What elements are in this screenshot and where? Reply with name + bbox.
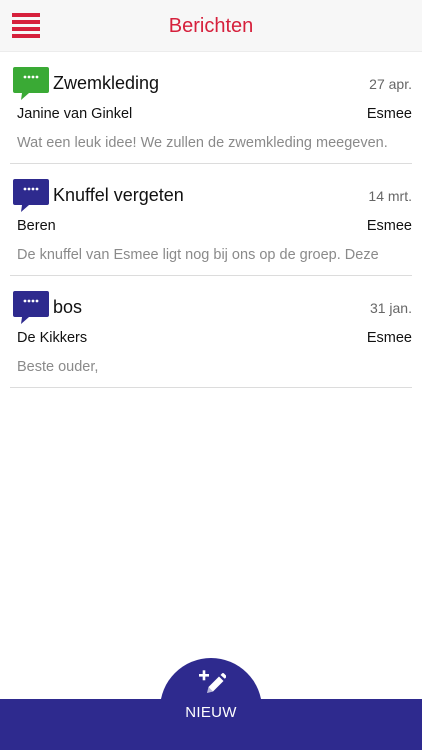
message-subject: bos (53, 297, 83, 317)
page-title: Berichten (168, 15, 254, 37)
new-message-label: NIEUW (185, 704, 237, 721)
chat-bubble-icon (13, 67, 49, 100)
message-subject: Knuffel vergeten (53, 185, 184, 205)
message-preview: Wat een leuk idee! We zullen de zwemkled… (17, 135, 388, 151)
message-preview: Beste ouder, (17, 359, 99, 375)
chat-bubble-icon (13, 179, 49, 212)
message-sender: Beren (17, 218, 56, 234)
message-preview: De knuffel van Esmee ligt nog bij ons op… (17, 247, 379, 263)
message-list: Zwemkleding 27 apr. Janine van Ginkel Es… (0, 52, 422, 388)
message-recipient: Esmee (366, 218, 412, 234)
compose-pencil-icon (199, 670, 226, 693)
message-item[interactable]: Knuffel vergeten 14 mrt. Beren Esmee De … (10, 164, 412, 276)
app-header: Berichten (0, 0, 422, 52)
new-message-button[interactable]: NIEUW (160, 658, 262, 750)
chat-bubble-icon (13, 291, 49, 324)
message-date: 14 mrt. (368, 188, 412, 204)
message-date: 27 apr. (369, 76, 412, 92)
message-sender: De Kikkers (17, 330, 88, 346)
message-item[interactable]: bos 31 jan. De Kikkers Esmee Beste ouder… (10, 276, 412, 388)
message-date: 31 jan. (369, 300, 412, 316)
message-subject: Zwemkleding (53, 73, 160, 93)
message-item[interactable]: Zwemkleding 27 apr. Janine van Ginkel Es… (10, 52, 412, 164)
message-recipient: Esmee (366, 330, 412, 346)
message-sender: Janine van Ginkel (17, 106, 133, 122)
message-recipient: Esmee (366, 106, 412, 122)
